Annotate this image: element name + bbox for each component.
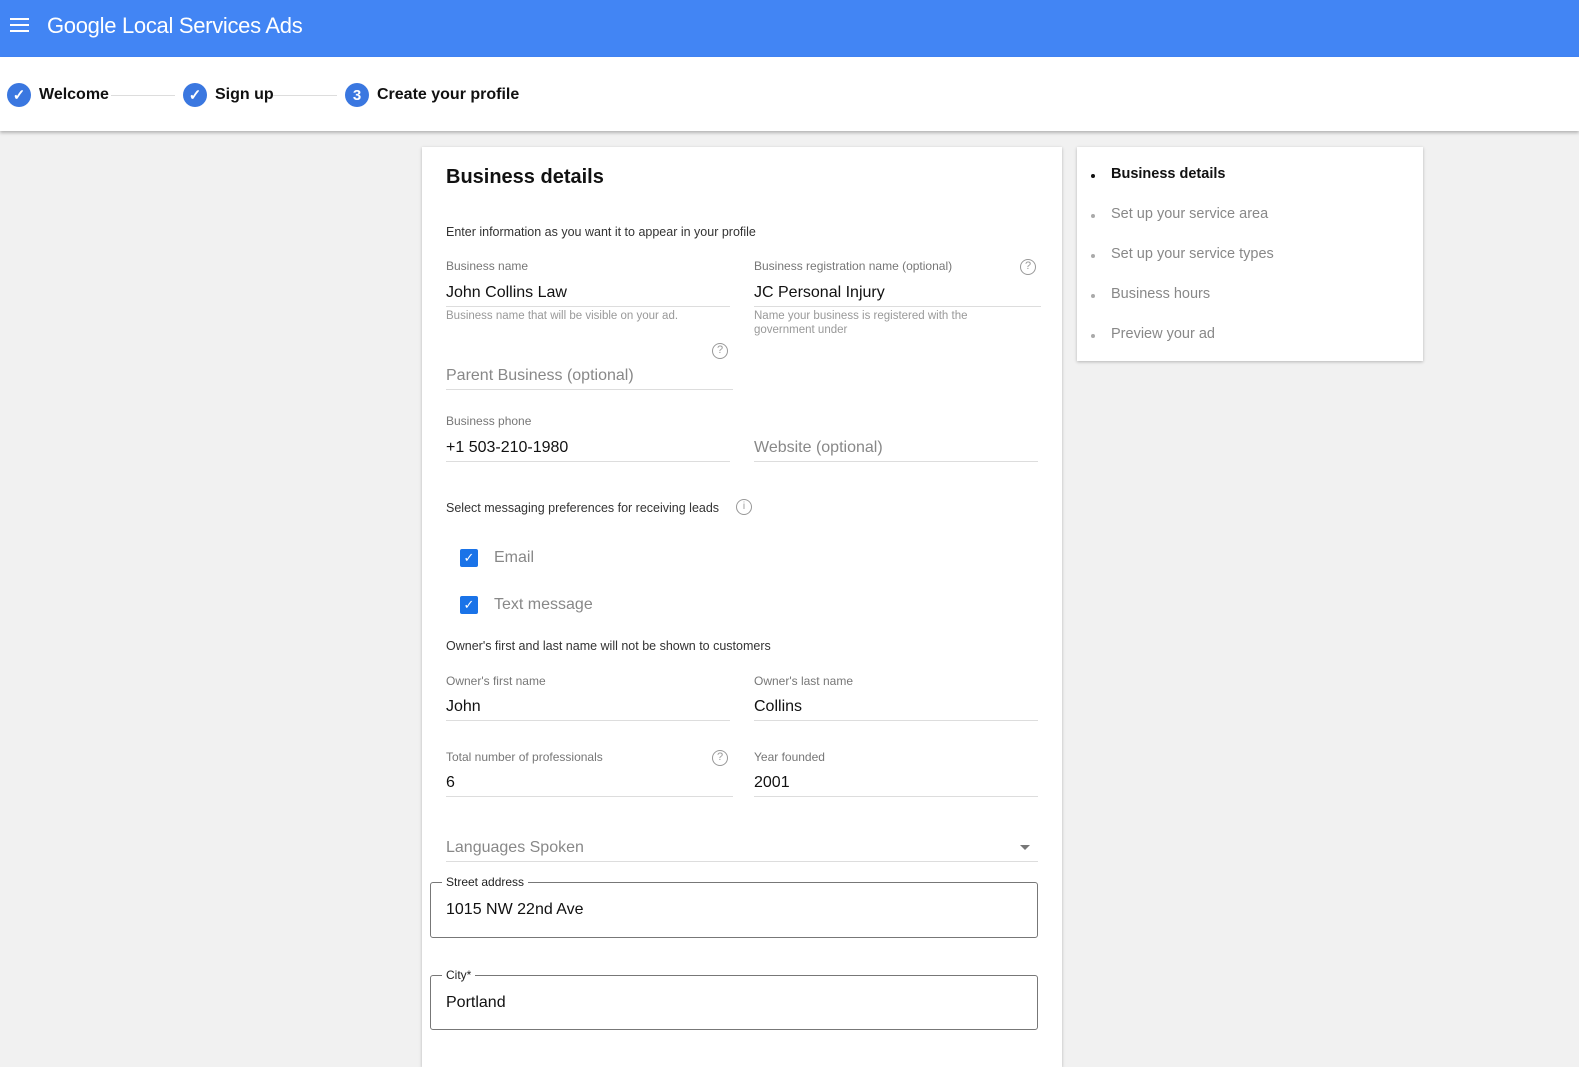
business-details-card: Business details Enter information as yo… bbox=[422, 147, 1062, 1067]
intro-text: Enter information as you want it to appe… bbox=[446, 225, 756, 239]
help-icon[interactable]: ? bbox=[1020, 259, 1036, 275]
underline bbox=[446, 389, 733, 390]
progress-stepper: ✓ Welcome ✓ Sign up 3 Create your profile bbox=[0, 57, 1579, 131]
year-founded-label: Year founded bbox=[754, 750, 825, 764]
underline bbox=[754, 461, 1038, 462]
app-header: Google Local Services Ads bbox=[0, 0, 1579, 57]
email-checkbox[interactable]: ✓ bbox=[460, 549, 478, 567]
parent-business-input[interactable]: Parent Business (optional) bbox=[446, 367, 634, 385]
section-nav-card: Business details Set up your service are… bbox=[1077, 147, 1423, 361]
underline bbox=[754, 720, 1038, 721]
year-founded-input[interactable]: 2001 bbox=[754, 774, 790, 792]
divider bbox=[273, 95, 337, 96]
last-name-label: Owner's last name bbox=[754, 674, 853, 688]
nav-preview-ad[interactable]: Preview your ad bbox=[1091, 326, 1215, 342]
first-name-label: Owner's first name bbox=[446, 674, 546, 688]
step-create-profile[interactable]: 3 Create your profile bbox=[345, 83, 519, 107]
languages-select[interactable]: Languages Spoken bbox=[446, 839, 584, 857]
website-input[interactable]: Website (optional) bbox=[754, 439, 883, 457]
city-value: Portland bbox=[446, 994, 506, 1011]
nav-business-details[interactable]: Business details bbox=[1090, 166, 1225, 182]
registration-name-label: Business registration name (optional) bbox=[754, 259, 953, 273]
underline bbox=[754, 306, 1041, 307]
underline bbox=[446, 461, 730, 462]
city-label: City* bbox=[442, 968, 476, 982]
text-message-checkbox[interactable]: ✓ bbox=[460, 596, 478, 614]
email-option-label: Email bbox=[494, 549, 535, 566]
info-icon[interactable]: i bbox=[736, 499, 752, 515]
step-sign-up[interactable]: ✓ Sign up bbox=[183, 83, 274, 107]
last-name-input[interactable]: Collins bbox=[754, 698, 802, 716]
help-icon[interactable]: ? bbox=[712, 343, 728, 359]
business-name-input[interactable]: John Collins Law bbox=[446, 284, 567, 302]
professionals-label: Total number of professionals bbox=[446, 750, 603, 764]
street-address-field[interactable]: Street address 1015 NW 22nd Ave bbox=[430, 875, 1038, 938]
nav-business-hours[interactable]: Business hours bbox=[1090, 286, 1210, 302]
registration-name-hint: Name your business is registered with th… bbox=[754, 310, 968, 336]
city-field[interactable]: City* Portland bbox=[430, 968, 1038, 1030]
check-icon: ✓ bbox=[183, 83, 207, 107]
nav-service-types[interactable]: Set up your service types bbox=[1091, 246, 1274, 262]
step-label: Create your profile bbox=[377, 86, 520, 103]
menu-icon[interactable] bbox=[10, 18, 29, 32]
street-address-value: 1015 NW 22nd Ave bbox=[446, 901, 584, 918]
phone-input[interactable]: +1 503-210-1980 bbox=[446, 439, 568, 457]
nav-service-area[interactable]: Set up your service area bbox=[1090, 206, 1268, 222]
dropdown-arrow-icon[interactable] bbox=[1020, 845, 1030, 850]
section-title: Business details bbox=[446, 166, 604, 188]
step-number: 3 bbox=[345, 83, 369, 107]
first-name-input[interactable]: John bbox=[446, 698, 481, 716]
step-label: Sign up bbox=[215, 86, 274, 103]
business-name-label: Business name bbox=[446, 259, 529, 273]
business-name-hint: Business name that will be visible on yo… bbox=[446, 310, 679, 322]
underline bbox=[446, 861, 1038, 862]
professionals-input[interactable]: 6 bbox=[446, 774, 455, 792]
step-welcome[interactable]: ✓ Welcome bbox=[7, 83, 109, 107]
street-address-label: Street address bbox=[442, 875, 529, 889]
check-icon: ✓ bbox=[7, 83, 31, 107]
text-message-option-label: Text message bbox=[494, 596, 593, 613]
messaging-label: Select messaging preferences for receivi… bbox=[446, 501, 720, 515]
owner-note: Owner's first and last name will not be … bbox=[446, 639, 771, 653]
help-icon[interactable]: ? bbox=[712, 750, 728, 766]
underline bbox=[446, 306, 730, 307]
app-title: Google Local Services Ads bbox=[47, 13, 303, 38]
underline bbox=[754, 796, 1038, 797]
phone-label: Business phone bbox=[446, 414, 532, 428]
underline bbox=[446, 720, 730, 721]
step-label: Welcome bbox=[39, 86, 109, 103]
registration-name-input[interactable]: JC Personal Injury bbox=[754, 284, 885, 302]
underline bbox=[446, 796, 733, 797]
divider bbox=[111, 95, 175, 96]
